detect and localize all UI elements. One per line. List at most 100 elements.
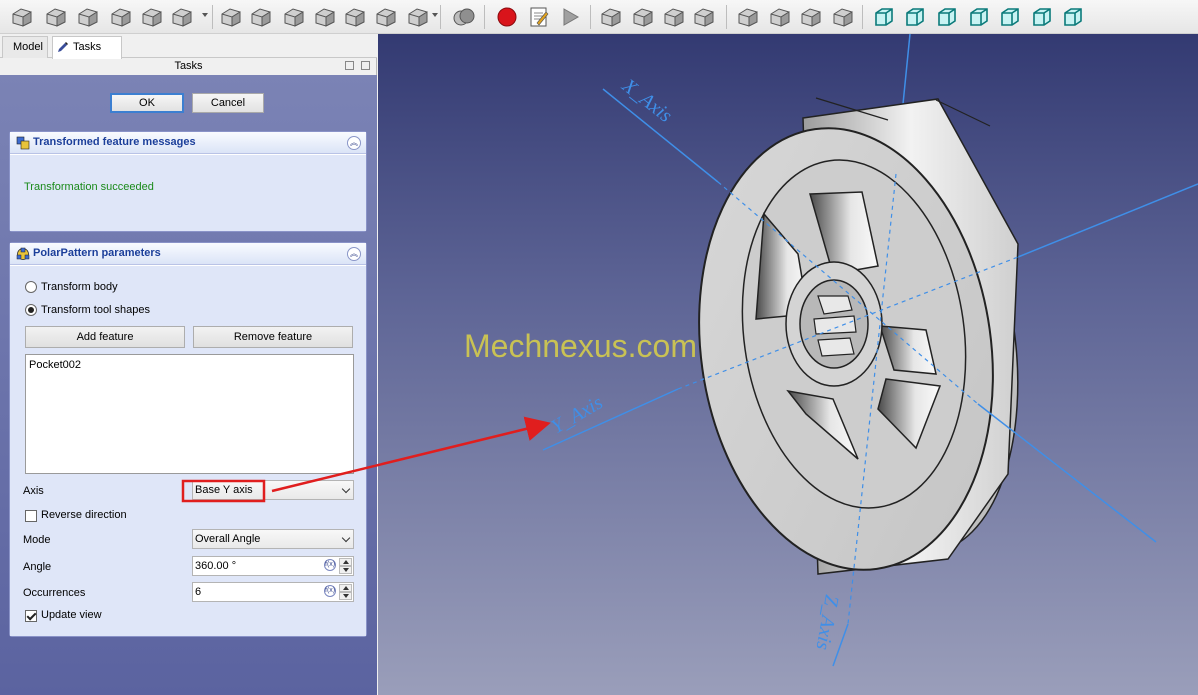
tasks-header-title: Tasks [174, 60, 203, 72]
watermark: Mechnexus.com [464, 328, 697, 364]
status-message: Transformation succeeded [24, 181, 154, 193]
transformed-feature-icon [16, 136, 30, 150]
chevron-down-icon[interactable] [202, 13, 208, 17]
polar-pattern-section-body: Transform body Transform tool shapes Add… [10, 266, 366, 636]
transform-body-radio[interactable] [25, 281, 37, 293]
subtractive-primitive-icon[interactable] [406, 5, 430, 29]
spin-up-icon[interactable] [339, 584, 352, 592]
pocket-icon[interactable] [219, 5, 243, 29]
additive-loft-icon[interactable] [76, 5, 100, 29]
remove-feature-button[interactable]: Remove feature [193, 326, 353, 348]
occurrences-label: Occurrences [23, 587, 86, 599]
pencil-icon [58, 42, 68, 52]
boolean-icon[interactable] [452, 5, 476, 29]
groove-icon[interactable] [282, 5, 306, 29]
transform-tool-shapes-label: Transform tool shapes [41, 304, 151, 316]
view-front-icon[interactable] [903, 5, 927, 29]
additive-primitive-icon[interactable] [170, 5, 194, 29]
macro-execute-icon[interactable] [558, 5, 582, 29]
view-top-icon[interactable] [935, 5, 959, 29]
subtractive-pipe-icon[interactable] [343, 5, 367, 29]
toolbar-separator [726, 5, 727, 29]
3d-viewport[interactable]: X_Axis Y_Axis Z_Axis Mechnexus.com [378, 34, 1198, 695]
macro-record-icon[interactable] [495, 5, 519, 29]
polar-pattern-icon[interactable] [799, 5, 823, 29]
tab-model[interactable]: Model [2, 36, 48, 58]
tab-tasks-label: Tasks [73, 41, 102, 53]
messages-section-title: Transformed feature messages [33, 136, 196, 148]
reverse-direction-label: Reverse direction [41, 509, 127, 521]
update-view-checkbox[interactable] [25, 610, 37, 622]
fillet-icon[interactable] [599, 5, 623, 29]
tasks-header: Tasks [0, 58, 377, 74]
angle-input-value: 360.00 ° [195, 560, 237, 572]
thickness-icon[interactable] [692, 5, 716, 29]
axis-label: Axis [23, 485, 44, 497]
polar-pattern-icon [16, 247, 30, 260]
revolution-icon[interactable] [44, 5, 68, 29]
cancel-button[interactable]: Cancel [192, 93, 264, 113]
z-axis-label: Z_Axis [811, 593, 842, 652]
transform-tool-shapes-radio[interactable] [25, 304, 37, 316]
combo-view-panel: Model Tasks Tasks OK Cancel Transformed … [0, 34, 377, 695]
x-axis-label: X_Axis [617, 74, 676, 127]
add-feature-button[interactable]: Add feature [25, 326, 185, 348]
mirrored-icon[interactable] [736, 5, 760, 29]
collapse-icon[interactable]: ︽ [347, 247, 361, 261]
view-bottom-icon[interactable] [1030, 5, 1054, 29]
subtractive-loft-icon[interactable] [313, 5, 337, 29]
feature-list[interactable]: Pocket002 [25, 354, 354, 474]
view-isometric-icon[interactable] [872, 5, 896, 29]
multi-transform-icon[interactable] [831, 5, 855, 29]
expression-icon[interactable]: f(x) [324, 559, 336, 571]
hole-icon[interactable] [249, 5, 273, 29]
mode-select-value: Overall Angle [195, 533, 261, 545]
additive-helix-icon[interactable] [140, 5, 164, 29]
additive-pipe-icon[interactable] [109, 5, 133, 29]
polar-pattern-section-header[interactable]: PolarPattern parameters ︽ [10, 243, 366, 265]
view-right-icon[interactable] [967, 5, 991, 29]
messages-section: Transformed feature messages ︽ Transform… [9, 131, 367, 232]
ok-button[interactable]: OK [110, 93, 184, 113]
update-view-label: Update view [41, 609, 102, 621]
angle-input[interactable]: 360.00 ° f(x) [192, 556, 354, 576]
occurrences-input[interactable]: 6 f(x) [192, 582, 354, 602]
polar-pattern-section: PolarPattern parameters ︽ Transform body… [9, 242, 367, 637]
mode-label: Mode [23, 534, 51, 546]
spin-down-icon[interactable] [339, 566, 352, 574]
polar-pattern-section-title: PolarPattern parameters [33, 247, 161, 259]
close-panel-icon[interactable] [361, 61, 370, 70]
pad-icon[interactable] [10, 5, 34, 29]
axis-select-value: Base Y axis [195, 484, 253, 496]
spin-up-icon[interactable] [339, 558, 352, 566]
view-rear-icon[interactable] [998, 5, 1022, 29]
tab-tasks[interactable]: Tasks [52, 36, 122, 59]
messages-section-body: Transformation succeeded [10, 155, 366, 231]
chevron-down-icon [341, 484, 351, 494]
collapse-icon[interactable]: ︽ [347, 136, 361, 150]
linear-pattern-icon[interactable] [768, 5, 792, 29]
expression-icon[interactable]: f(x) [324, 585, 336, 597]
transform-body-label: Transform body [41, 281, 118, 293]
spin-down-icon[interactable] [339, 592, 352, 600]
draft-icon[interactable] [662, 5, 686, 29]
task-panel: OK Cancel Transformed feature messages ︽… [0, 75, 377, 695]
list-item[interactable]: Pocket002 [29, 359, 81, 371]
toolbar [0, 0, 1198, 34]
toolbar-separator [862, 5, 863, 29]
chamfer-icon[interactable] [631, 5, 655, 29]
macro-edit-icon[interactable] [527, 5, 551, 29]
view-left-icon[interactable] [1061, 5, 1085, 29]
toolbar-separator [440, 5, 441, 29]
chevron-down-icon[interactable] [432, 13, 438, 17]
chevron-down-icon [341, 533, 351, 543]
toolbar-separator [484, 5, 485, 29]
reverse-direction-checkbox[interactable] [25, 510, 37, 522]
subtractive-helix-icon[interactable] [374, 5, 398, 29]
y-axis-line-right [1017, 183, 1198, 258]
messages-section-header[interactable]: Transformed feature messages ︽ [10, 132, 366, 154]
mode-select[interactable]: Overall Angle [192, 529, 354, 549]
float-panel-icon[interactable] [345, 61, 354, 70]
toolbar-separator [590, 5, 591, 29]
axis-select[interactable]: Base Y axis [192, 480, 354, 500]
